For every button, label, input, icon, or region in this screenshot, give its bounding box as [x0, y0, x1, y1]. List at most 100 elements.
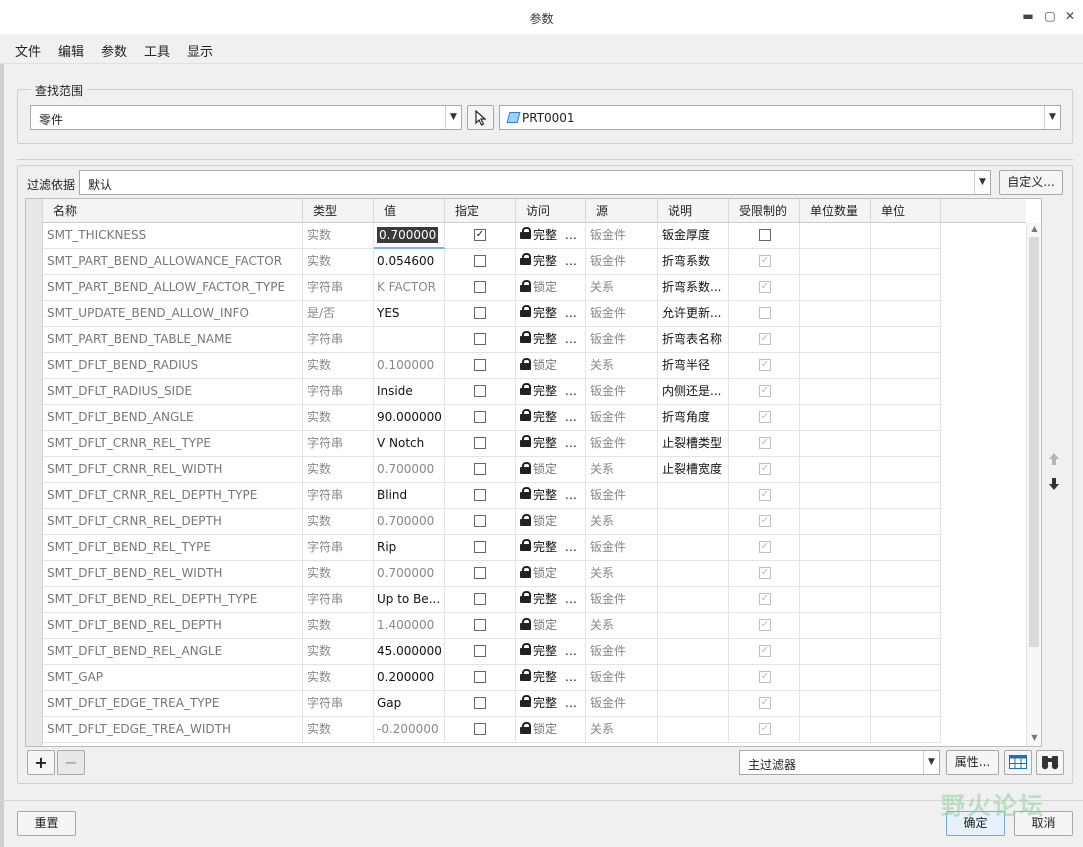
description-cell[interactable]: 内侧还是...	[658, 379, 729, 405]
unit-cell[interactable]	[871, 353, 941, 379]
param-name-cell[interactable]: SMT_DFLT_CRNR_REL_DEPTH	[43, 509, 303, 535]
unit-quantity-cell[interactable]	[800, 327, 871, 353]
unit-quantity-cell[interactable]	[800, 223, 871, 249]
param-type-cell[interactable]: 字符串	[303, 327, 374, 353]
param-value-cell[interactable]: Blind	[374, 483, 445, 509]
unit-quantity-cell[interactable]	[800, 301, 871, 327]
unit-cell[interactable]	[871, 561, 941, 587]
close-button[interactable]: ✕	[1062, 8, 1078, 24]
access-cell[interactable]: 锁定	[516, 275, 586, 301]
access-cell[interactable]: 完整 …	[516, 483, 586, 509]
description-cell[interactable]	[658, 587, 729, 613]
unit-cell[interactable]	[871, 535, 941, 561]
param-name-cell[interactable]: SMT_DFLT_CRNR_REL_DEPTH_TYPE	[43, 483, 303, 509]
access-cell[interactable]: 完整 …	[516, 691, 586, 717]
unit-cell[interactable]	[871, 379, 941, 405]
unit-cell[interactable]	[871, 509, 941, 535]
access-cell[interactable]: 锁定	[516, 509, 586, 535]
access-more-indicator[interactable]: …	[561, 306, 577, 320]
param-type-cell[interactable]: 字符串	[303, 587, 374, 613]
param-type-cell[interactable]: 实数	[303, 249, 374, 275]
param-type-cell[interactable]: 实数	[303, 353, 374, 379]
param-name-cell[interactable]: SMT_UPDATE_BEND_ALLOW_INFO	[43, 301, 303, 327]
unit-quantity-cell[interactable]	[800, 353, 871, 379]
unit-quantity-cell[interactable]	[800, 509, 871, 535]
column-header-restricted[interactable]: 受限制的	[729, 199, 800, 223]
param-name-cell[interactable]: SMT_DFLT_BEND_REL_TYPE	[43, 535, 303, 561]
access-cell[interactable]: 完整 …	[516, 665, 586, 691]
param-name-cell[interactable]: SMT_DFLT_BEND_REL_DEPTH	[43, 613, 303, 639]
access-cell[interactable]: 完整 …	[516, 405, 586, 431]
param-value-cell[interactable]: YES	[374, 301, 445, 327]
designate-checkbox[interactable]	[474, 645, 486, 657]
unit-quantity-cell[interactable]	[800, 535, 871, 561]
unit-quantity-cell[interactable]	[800, 691, 871, 717]
access-more-indicator[interactable]: …	[561, 488, 577, 502]
param-value-cell[interactable]: 0.700000	[374, 561, 445, 587]
param-name-cell[interactable]: SMT_THICKNESS	[43, 223, 303, 249]
description-cell[interactable]	[658, 639, 729, 665]
param-type-cell[interactable]: 实数	[303, 223, 374, 249]
customize-button[interactable]: 自定义...	[999, 170, 1063, 195]
access-cell[interactable]: 锁定	[516, 561, 586, 587]
designate-checkbox[interactable]	[474, 671, 486, 683]
param-name-cell[interactable]: SMT_DFLT_BEND_RADIUS	[43, 353, 303, 379]
param-value-cell[interactable]: Inside	[374, 379, 445, 405]
param-name-cell[interactable]: SMT_DFLT_EDGE_TREA_WIDTH	[43, 717, 303, 743]
add-parameter-button[interactable]: +	[27, 750, 55, 775]
description-cell[interactable]	[658, 717, 729, 743]
column-header-type[interactable]: 类型	[303, 199, 374, 223]
param-value-cell[interactable]: 90.000000	[374, 405, 445, 431]
access-more-indicator[interactable]: …	[561, 436, 577, 450]
description-cell[interactable]: 折弯角度	[658, 405, 729, 431]
column-header-name[interactable]: 名称	[43, 199, 303, 223]
menu-edit[interactable]: 编辑	[58, 41, 84, 60]
unit-quantity-cell[interactable]	[800, 587, 871, 613]
access-more-indicator[interactable]: …	[561, 332, 577, 346]
param-type-cell[interactable]: 实数	[303, 509, 374, 535]
param-value-cell[interactable]: 45.000000	[374, 639, 445, 665]
param-value-cell[interactable]: 1.400000	[374, 613, 445, 639]
minimize-button[interactable]: ▬	[1020, 8, 1036, 24]
access-more-indicator[interactable]: …	[561, 592, 577, 606]
column-header-unit[interactable]: 单位	[871, 199, 941, 223]
description-cell[interactable]: 钣金厚度	[658, 223, 729, 249]
designate-checkbox[interactable]	[474, 333, 486, 345]
param-value-cell[interactable]: 0.054600	[374, 249, 445, 275]
designate-checkbox[interactable]	[474, 411, 486, 423]
unit-cell[interactable]	[871, 717, 941, 743]
description-cell[interactable]: 折弯表名称	[658, 327, 729, 353]
access-cell[interactable]: 完整 …	[516, 379, 586, 405]
param-value-cell[interactable]: Up to Be...	[374, 587, 445, 613]
param-type-cell[interactable]: 实数	[303, 717, 374, 743]
designate-checkbox[interactable]	[474, 593, 486, 605]
main-filter-combo[interactable]: 主过滤器 ▼	[739, 750, 940, 775]
description-cell[interactable]: 折弯系数...	[658, 275, 729, 301]
designate-checkbox[interactable]	[474, 359, 486, 371]
object-combo[interactable]: PRT0001 ▼	[499, 105, 1061, 130]
param-name-cell[interactable]: SMT_DFLT_CRNR_REL_WIDTH	[43, 457, 303, 483]
maximize-button[interactable]: ▢	[1042, 8, 1058, 24]
description-cell[interactable]	[658, 613, 729, 639]
param-value-cell[interactable]: 0.700000	[374, 457, 445, 483]
param-type-cell[interactable]: 实数	[303, 665, 374, 691]
designate-checkbox[interactable]	[474, 489, 486, 501]
param-type-cell[interactable]: 实数	[303, 405, 374, 431]
access-more-indicator[interactable]: …	[561, 644, 577, 658]
access-cell[interactable]: 完整 …	[516, 223, 586, 249]
param-value-cell[interactable]: Rip	[374, 535, 445, 561]
unit-quantity-cell[interactable]	[800, 639, 871, 665]
unit-cell[interactable]	[871, 405, 941, 431]
param-type-cell[interactable]: 字符串	[303, 379, 374, 405]
unit-quantity-cell[interactable]	[800, 275, 871, 301]
column-header-designate[interactable]: 指定	[445, 199, 516, 223]
unit-cell[interactable]	[871, 691, 941, 717]
unit-quantity-cell[interactable]	[800, 613, 871, 639]
description-cell[interactable]: 止裂槽类型	[658, 431, 729, 457]
menu-parameters[interactable]: 参数	[101, 41, 127, 60]
param-type-cell[interactable]: 字符串	[303, 275, 374, 301]
param-value-cell[interactable]: Gap	[374, 691, 445, 717]
column-header-access[interactable]: 访问	[516, 199, 586, 223]
scroll-up-arrow[interactable]: ▲	[1027, 224, 1041, 233]
column-header-source[interactable]: 源	[586, 199, 658, 223]
